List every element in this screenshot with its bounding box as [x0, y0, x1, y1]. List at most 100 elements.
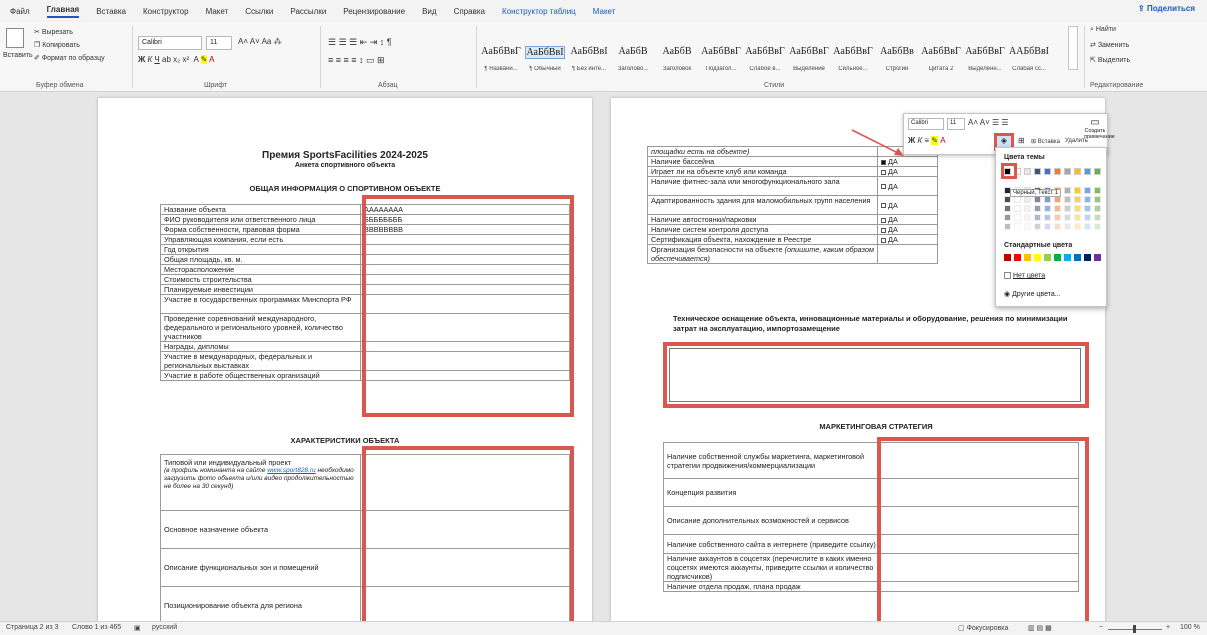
color-swatch[interactable]: [1014, 196, 1021, 203]
style-preview[interactable]: АаБбВв: [877, 46, 917, 57]
color-swatch[interactable]: [1014, 214, 1021, 221]
color-swatch[interactable]: [1064, 214, 1071, 221]
style-label[interactable]: Слабая сс...: [1009, 66, 1049, 72]
copy-button[interactable]: ❐ Копировать: [34, 41, 80, 49]
color-swatch[interactable]: [1074, 214, 1081, 221]
color-swatch[interactable]: [1004, 205, 1011, 212]
style-preview[interactable]: АаБбВвІ: [569, 46, 609, 57]
color-swatch[interactable]: [1054, 223, 1061, 230]
color-swatch[interactable]: [1034, 223, 1041, 230]
tab-home[interactable]: Главная: [46, 5, 80, 18]
style-label[interactable]: Слабое в...: [745, 66, 785, 72]
color-swatch[interactable]: [1084, 168, 1091, 175]
color-swatch[interactable]: [1004, 196, 1011, 203]
paste-button[interactable]: Вставить: [3, 52, 33, 59]
color-swatch[interactable]: [1094, 214, 1101, 221]
color-swatch[interactable]: [1074, 196, 1081, 203]
color-swatch[interactable]: [1044, 196, 1051, 203]
color-swatch[interactable]: [1034, 214, 1041, 221]
style-label[interactable]: Заголово...: [613, 66, 653, 72]
color-swatch[interactable]: [1094, 187, 1101, 194]
row-value[interactable]: [877, 244, 938, 264]
style-label[interactable]: Цитата 2: [921, 66, 961, 72]
color-swatch[interactable]: [1054, 196, 1061, 203]
proofing-icon[interactable]: ▣: [134, 624, 141, 632]
mini-format-buttons[interactable]: Ж К ≡ ✎ A: [908, 136, 946, 145]
color-swatch[interactable]: [1094, 196, 1101, 203]
style-preview[interactable]: АаБбВвГ: [921, 46, 961, 57]
color-swatch[interactable]: [1064, 254, 1071, 261]
checkbox[interactable]: [881, 237, 886, 243]
page-count[interactable]: Страница 2 из 3: [6, 624, 58, 631]
tab-file[interactable]: Файл: [10, 7, 30, 16]
checkbox[interactable]: [881, 169, 886, 175]
color-swatch[interactable]: [1034, 168, 1041, 175]
tab-view[interactable]: Вид: [422, 7, 436, 16]
color-swatch[interactable]: [1084, 223, 1091, 230]
color-swatch[interactable]: [1084, 196, 1091, 203]
color-swatch[interactable]: [1024, 254, 1031, 261]
color-swatch[interactable]: [1044, 223, 1051, 230]
format-painter-button[interactable]: ✐ Формат по образцу: [34, 54, 105, 62]
style-preview[interactable]: АаБбВ: [657, 46, 697, 57]
checkbox[interactable]: [881, 203, 886, 209]
mini-font-field[interactable]: Calibri: [908, 118, 944, 130]
paste-icon[interactable]: [6, 28, 24, 48]
style-label[interactable]: Подзагол...: [701, 66, 741, 72]
color-swatch[interactable]: [1034, 254, 1041, 261]
new-comment-button[interactable]: ▭ Создать примечание: [1084, 117, 1115, 140]
style-preview[interactable]: АаБбВвГ: [833, 46, 873, 57]
cut-button[interactable]: ✂ Вырезать: [34, 28, 73, 36]
view-buttons[interactable]: ▥ ▤ ▦: [1028, 624, 1052, 632]
style-label[interactable]: Выделенн...: [965, 66, 1005, 72]
style-label[interactable]: ¶ Названи...: [481, 66, 521, 72]
color-swatch[interactable]: [1084, 187, 1091, 194]
style-label[interactable]: ¶ Без инте...: [569, 66, 609, 72]
style-label[interactable]: Строгий: [877, 66, 917, 72]
style-preview[interactable]: АаБбВ: [613, 46, 653, 57]
style-preview[interactable]: АаБбВвГ: [965, 46, 1005, 57]
row-value[interactable]: ДА: [877, 166, 938, 177]
row-value[interactable]: ДА: [877, 234, 938, 245]
row-value[interactable]: ДА: [877, 214, 938, 225]
color-swatch[interactable]: [1094, 205, 1101, 212]
color-swatch[interactable]: [1044, 168, 1051, 175]
language[interactable]: русский: [152, 624, 177, 631]
zoom-level[interactable]: 100 %: [1180, 624, 1200, 631]
color-swatch[interactable]: [1034, 205, 1041, 212]
row-value[interactable]: ДА: [877, 176, 938, 196]
tab-review[interactable]: Рецензирование: [343, 7, 405, 16]
styles-scroll[interactable]: [1068, 26, 1078, 70]
color-swatch[interactable]: [1074, 187, 1081, 194]
focus-button[interactable]: ▢ Фокусировка: [958, 624, 1008, 632]
color-swatch[interactable]: [1014, 254, 1021, 261]
mini-insert-button[interactable]: ⊞ Вставка: [1031, 138, 1060, 145]
style-preview[interactable]: АаБбВвГ: [789, 46, 829, 57]
color-swatch[interactable]: [1024, 214, 1031, 221]
color-swatch[interactable]: [1024, 205, 1031, 212]
color-swatch[interactable]: [1024, 223, 1031, 230]
mini-border-button[interactable]: ⊞: [1018, 136, 1025, 145]
font-name-field[interactable]: Calibri: [138, 36, 202, 50]
color-swatch[interactable]: [1044, 254, 1051, 261]
color-swatch[interactable]: [1094, 223, 1101, 230]
style-preview[interactable]: АаБбВвГ: [701, 46, 741, 57]
font-size-tools[interactable]: A˄ A˅ Aa ⁂: [238, 37, 282, 46]
style-label[interactable]: Заголовок: [657, 66, 697, 72]
checkbox[interactable]: [881, 227, 886, 233]
tab-mailings[interactable]: Рассылки: [290, 7, 326, 16]
style-label[interactable]: Сильное...: [833, 66, 873, 72]
tech-text-box[interactable]: [669, 348, 1081, 402]
tab-insert[interactable]: Вставка: [96, 7, 126, 16]
color-swatch[interactable]: [1094, 254, 1101, 261]
tab-references[interactable]: Ссылки: [245, 7, 273, 16]
color-swatch[interactable]: [1054, 254, 1061, 261]
tab-table-layout[interactable]: Макет: [593, 7, 616, 16]
row-value[interactable]: ДА: [877, 224, 938, 235]
checkbox[interactable]: [881, 159, 886, 165]
word-count[interactable]: Слово 1 из 465: [72, 624, 121, 631]
color-swatch[interactable]: [1074, 223, 1081, 230]
color-swatch[interactable]: [1064, 223, 1071, 230]
more-colors-button[interactable]: ◉ Другие цвета...: [1004, 290, 1061, 298]
color-swatch[interactable]: [1044, 214, 1051, 221]
